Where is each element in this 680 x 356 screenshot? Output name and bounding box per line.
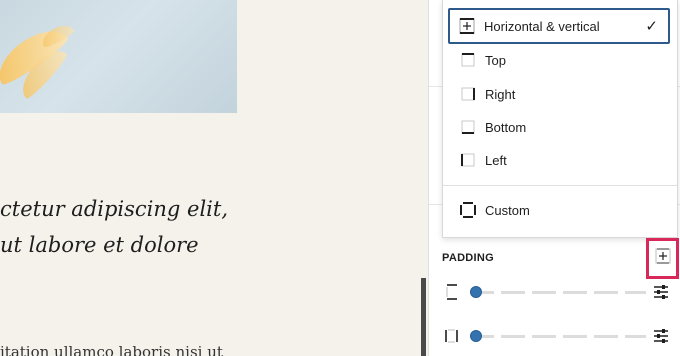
side-right-icon [459,85,485,103]
menu-item-left[interactable]: Left [451,143,669,177]
paragraph-line[interactable]: ut labore et dolore [0,233,199,257]
menu-item-label: Custom [485,202,530,218]
menu-item-bottom[interactable]: Bottom [451,110,669,144]
side-horizontal-icon [444,327,466,345]
side-vertical-icon [444,283,466,301]
padding-horizontal-slider[interactable] [470,326,646,346]
menu-item-label: Top [485,52,506,68]
menu-item-right[interactable]: Right [451,77,669,111]
menu-item-label: Left [485,152,507,168]
scrollbar-thumb[interactable] [421,278,426,356]
menu-item-custom[interactable]: Custom [451,193,669,227]
menu-item-label: Bottom [485,119,527,135]
menu-divider [443,185,677,186]
checkmark-icon: ✓ [645,18,658,35]
custom-controls-icon[interactable] [652,283,670,306]
slider-thumb[interactable] [470,286,482,298]
sides-custom-icon [459,201,485,219]
menu-item-horizontal-vertical[interactable]: Horizontal & vertical ✓ [448,8,670,44]
side-left-icon [459,151,485,169]
sides-axial-icon [654,247,672,270]
paragraph-line[interactable]: ctetur adipiscing elit, [0,197,228,221]
padding-horizontal-control [444,326,676,346]
sides-axial-icon [458,17,484,35]
sides-dropdown-menu: Horizontal & vertical ✓ Top Right Bottom… [442,0,678,238]
slider-thumb[interactable] [470,330,482,342]
side-bottom-icon [459,118,485,136]
padding-vertical-slider[interactable] [470,282,646,302]
padding-vertical-control [444,282,676,302]
menu-item-top[interactable]: Top [451,43,669,77]
featured-image[interactable] [0,0,237,113]
paragraph-line[interactable]: itation ullamco laboris nisi ut [0,343,223,356]
editor-canvas[interactable]: ctetur adipiscing elit, ut labore et dol… [0,0,428,356]
custom-controls-icon[interactable] [652,327,670,350]
padding-heading: PADDING [442,252,495,264]
menu-item-label: Right [485,86,516,102]
side-top-icon [459,51,485,69]
sides-toggle-button[interactable] [646,238,679,279]
menu-item-label: Horizontal & vertical [484,18,600,34]
